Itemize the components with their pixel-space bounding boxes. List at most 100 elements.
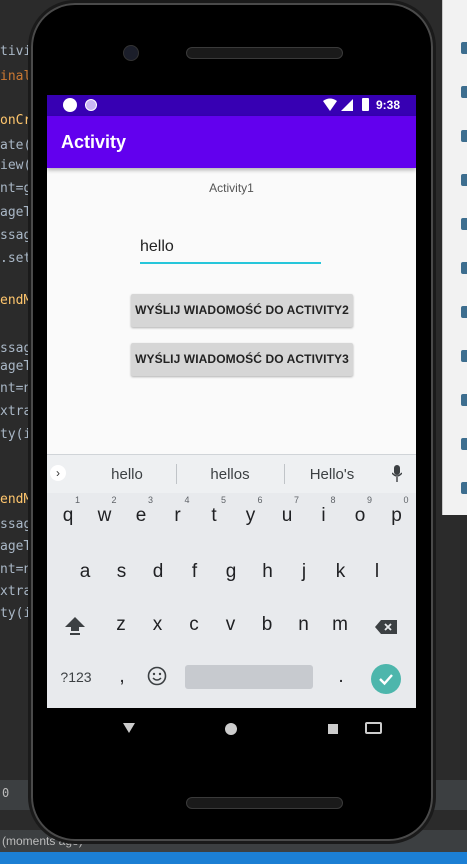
key-letter: p [391,505,402,526]
code-line: nt=n [0,562,32,577]
code-line: nt=n [0,381,32,396]
send-to-activity2-button[interactable]: WYŚLIJ WIADOMOŚĆ DO ACTIVITY2 [131,294,353,327]
keyboard-switch-icon[interactable] [365,722,382,734]
key-number-hint: 0 [403,495,409,505]
suggestion-2[interactable]: hellos [180,466,280,483]
shift-icon[interactable] [64,616,86,636]
key-w[interactable]: w2 [87,494,123,538]
wifi-icon [323,98,337,111]
home-icon[interactable] [225,723,237,735]
key-e[interactable]: e3 [123,494,159,538]
ide-tool-icon[interactable] [461,394,467,406]
ide-tool-icon[interactable] [461,262,467,274]
key-number-hint: 7 [293,495,299,505]
key-letter: u [281,505,293,526]
ide-tool-icon[interactable] [461,350,467,362]
mic-icon[interactable] [392,465,402,482]
key-y[interactable]: y6 [233,494,269,538]
key-k[interactable]: k [323,550,359,594]
ide-tool-icon[interactable] [461,130,467,142]
code-line: iew( [0,158,32,173]
code-line: nt=g [0,181,32,196]
key-f[interactable]: f [177,550,213,594]
ide-tool-icon[interactable] [461,482,467,494]
code-line: ssag [0,228,32,243]
recents-icon[interactable] [328,724,338,734]
ide-tool-icon[interactable] [461,306,467,318]
key-x[interactable]: x [140,603,176,647]
battery-icon [362,98,369,111]
ide-tool-icon[interactable] [461,86,467,98]
code-line: ssag [0,517,32,532]
comma-key[interactable]: , [104,655,140,699]
key-d[interactable]: d [140,550,176,594]
key-s[interactable]: s [104,550,140,594]
suggestion-3[interactable]: Hello's [282,466,382,483]
key-n[interactable]: n [286,603,322,647]
status-time: 9:38 [376,98,401,112]
key-number-hint: 5 [220,495,226,505]
key-l[interactable]: l [359,550,395,594]
key-z[interactable]: z [103,603,139,647]
notification-icon [85,99,97,111]
key-g[interactable]: g [213,550,249,594]
app-bar: Activity [47,116,416,168]
key-letter: w [97,505,112,526]
key-t[interactable]: t5 [196,494,232,538]
key-letter: r [174,505,181,526]
code-line: xtra [0,404,32,419]
front-camera [123,45,139,61]
ide-tool-icon[interactable] [461,42,467,54]
key-r[interactable]: r4 [160,494,196,538]
emoji-icon[interactable] [147,666,167,686]
symbols-key[interactable]: ?123 [57,655,95,699]
suggestion-1[interactable]: hello [77,466,177,483]
key-number-hint: 8 [330,495,336,505]
code-line: tivi [0,44,32,59]
key-p[interactable]: p0 [379,494,415,538]
key-m[interactable]: m [322,603,358,647]
ide-status-text: 0 [2,786,10,800]
chevron-right-icon[interactable]: › [50,465,66,481]
key-c[interactable]: c [176,603,212,647]
activity-label: Activity1 [209,181,254,195]
key-b[interactable]: b [249,603,285,647]
code-line: ty(i [0,427,32,442]
code-line: endM [0,492,32,507]
key-letter: t [211,505,217,526]
space-key[interactable] [185,665,313,689]
key-letter: i [321,505,326,526]
key-number-hint: 2 [111,495,117,505]
ide-tool-icon[interactable] [461,438,467,450]
code-line: ageT [0,359,32,374]
signal-icon [341,99,353,111]
code-line: ssag [0,341,32,356]
code-line: .set [0,251,32,266]
key-number-hint: 4 [184,495,190,505]
key-a[interactable]: a [67,550,103,594]
key-v[interactable]: v [213,603,249,647]
send-to-activity3-button[interactable]: WYŚLIJ WIADOMOŚĆ DO ACTIVITY3 [131,343,353,376]
backspace-icon[interactable] [375,620,397,634]
key-j[interactable]: j [286,550,322,594]
message-input[interactable]: hello [140,238,321,264]
key-h[interactable]: h [250,550,286,594]
period-key[interactable]: . [323,655,359,699]
enter-key[interactable] [371,664,401,694]
key-number-hint: 6 [257,495,263,505]
soft-keyboard: › hello hellos Hello's q1w2e3r4t5y6u7i8o… [47,454,416,708]
key-i[interactable]: i8 [306,494,342,538]
key-u[interactable]: u7 [269,494,305,538]
code-line: onCr [0,113,32,128]
ide-right-toolbar [442,0,467,515]
device-screen: 9:38 Activity Activity1 hello WYŚLIJ WIA… [47,95,416,708]
ide-tool-icon[interactable] [461,174,467,186]
checkmark-icon [379,674,393,686]
key-number-hint: 9 [366,495,372,505]
key-o[interactable]: o9 [342,494,378,538]
key-q[interactable]: q1 [50,494,86,538]
code-line: ty(i [0,606,32,621]
key-number-hint: 1 [74,495,80,505]
back-icon[interactable] [123,723,135,733]
ide-tool-icon[interactable] [461,218,467,230]
